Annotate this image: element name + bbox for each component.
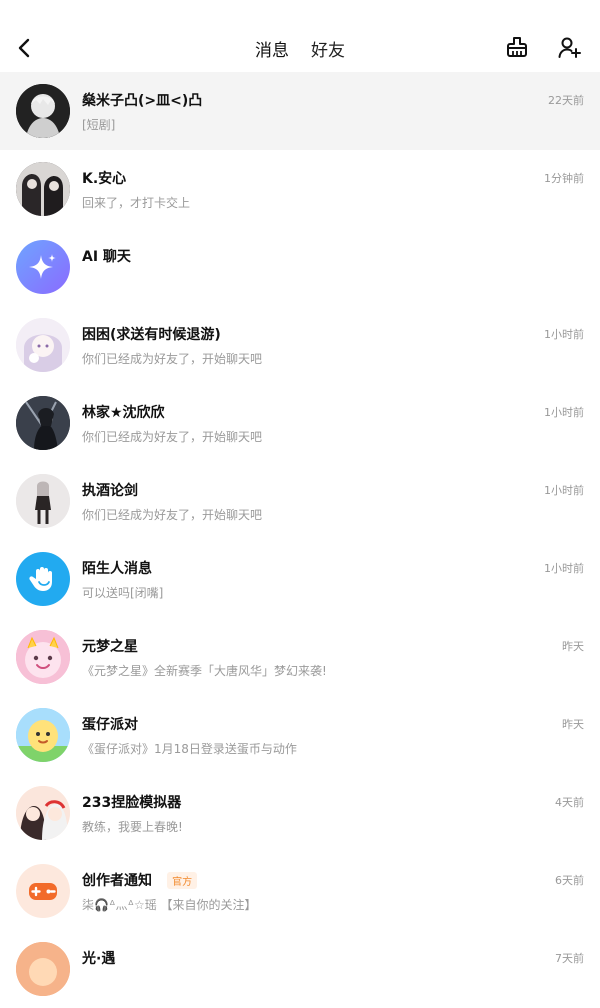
conversation-name: 蛋仔派对	[82, 717, 138, 733]
conversation-name: 执酒论剑	[82, 483, 138, 499]
conversation-preview: 可以送吗[闭嘴]	[82, 586, 164, 600]
conversation-name: 陌生人消息	[82, 561, 152, 577]
conversation-time: 1小时前	[544, 562, 584, 575]
avatar	[16, 552, 70, 606]
conversation-time: 昨天	[562, 640, 584, 653]
gamepad-icon	[29, 883, 57, 900]
conversation-item[interactable]: 蛋仔派对 昨天 《蛋仔派对》1月18日登录送蛋币与动作	[0, 696, 600, 774]
avatar	[16, 84, 70, 138]
conversation-item[interactable]: 创作者通知 官方 6天前 柒🎧ᐞ灬ᐞ☆瑶 【来自你的关注】	[0, 852, 600, 930]
tab-friends[interactable]: 好友	[309, 36, 347, 61]
conversation-time: 4天前	[555, 796, 584, 809]
top-bar: 消息 好友	[0, 24, 600, 75]
official-badge: 官方	[167, 872, 198, 889]
conversation-name: 233捏脸模拟器	[82, 795, 182, 811]
conversation-time: 昨天	[562, 718, 584, 731]
conversation-item[interactable]: AI 聊天	[0, 228, 600, 306]
cleanup-button[interactable]	[504, 34, 530, 60]
avatar	[16, 318, 70, 372]
conversation-name: 光·遇	[82, 951, 116, 967]
conversation-list: 燊米子凸(>皿<)凸 22天前 [短剧] K.安心 1分钟前 回来了，才打卡交上	[0, 72, 600, 1008]
conversation-name: 燊米子凸(>皿<)凸	[82, 93, 203, 109]
avatar	[16, 396, 70, 450]
add-user-icon	[558, 37, 581, 58]
tab-messages-label: 消息	[255, 40, 289, 61]
avatar	[16, 240, 70, 294]
avatar	[16, 942, 70, 996]
sparkle-icon	[29, 254, 56, 279]
conversation-time: 1分钟前	[544, 172, 584, 185]
avatar	[16, 162, 70, 216]
conversation-preview: 你们已经成为好友了，开始聊天吧	[82, 430, 263, 444]
conversation-item[interactable]: 困困(求送有时候退游) 1小时前 你们已经成为好友了，开始聊天吧	[0, 306, 600, 384]
conversation-name: 困困(求送有时候退游)	[82, 327, 221, 343]
conversation-item[interactable]: K.安心 1分钟前 回来了，才打卡交上	[0, 150, 600, 228]
add-friend-button[interactable]	[556, 34, 582, 60]
conversation-preview: 你们已经成为好友了，开始聊天吧	[82, 352, 263, 366]
conversation-time: 7天前	[555, 952, 584, 965]
conversation-item[interactable]: 执酒论剑 1小时前 你们已经成为好友了，开始聊天吧	[0, 462, 600, 540]
conversation-preview: 柒🎧ᐞ灬ᐞ☆瑶 【来自你的关注】	[82, 898, 257, 912]
conversation-preview: 你们已经成为好友了，开始聊天吧	[82, 508, 263, 522]
conversation-time: 6天前	[555, 874, 584, 887]
conversation-item[interactable]: 233捏脸模拟器 4天前 教练，我要上春晚!	[0, 774, 600, 852]
conversation-name: AI 聊天	[82, 249, 131, 265]
avatar	[16, 630, 70, 684]
conversation-item[interactable]: 林家★沈欣欣 1小时前 你们已经成为好友了，开始聊天吧	[0, 384, 600, 462]
conversation-time: 1小时前	[544, 328, 584, 341]
broom-icon	[507, 37, 527, 57]
conversation-time: 1小时前	[544, 484, 584, 497]
conversation-preview: [短剧]	[82, 118, 116, 132]
conversation-name: K.安心	[82, 171, 127, 187]
conversation-item[interactable]: 光·遇 7天前	[0, 930, 600, 1008]
conversation-preview: 教练，我要上春晚!	[82, 820, 183, 834]
back-button[interactable]	[12, 34, 36, 62]
conversation-time: 1小时前	[544, 406, 584, 419]
conversation-name: 创作者通知	[82, 873, 152, 889]
avatar	[16, 708, 70, 762]
conversation-time: 22天前	[548, 94, 584, 107]
conversation-preview: 回来了，才打卡交上	[82, 196, 191, 210]
conversation-item[interactable]: 陌生人消息 1小时前 可以送吗[闭嘴]	[0, 540, 600, 618]
conversation-item[interactable]: 燊米子凸(>皿<)凸 22天前 [短剧]	[0, 72, 600, 150]
status-bar	[0, 0, 600, 24]
conversation-name: 林家★沈欣欣	[82, 405, 165, 421]
avatar	[16, 786, 70, 840]
tab-messages[interactable]: 消息	[253, 36, 291, 75]
chevron-left-icon	[18, 38, 30, 58]
conversation-preview: 《蛋仔派对》1月18日登录送蛋币与动作	[82, 742, 297, 756]
conversation-name: 元梦之星	[82, 639, 138, 655]
hand-wave-icon	[29, 567, 52, 591]
avatar	[16, 474, 70, 528]
conversation-preview: 《元梦之星》全新赛季「大唐风华」梦幻来袭!	[82, 664, 327, 678]
avatar	[16, 864, 70, 918]
conversation-item[interactable]: 元梦之星 昨天 《元梦之星》全新赛季「大唐风华」梦幻来袭!	[0, 618, 600, 696]
tab-friends-label: 好友	[311, 40, 345, 61]
